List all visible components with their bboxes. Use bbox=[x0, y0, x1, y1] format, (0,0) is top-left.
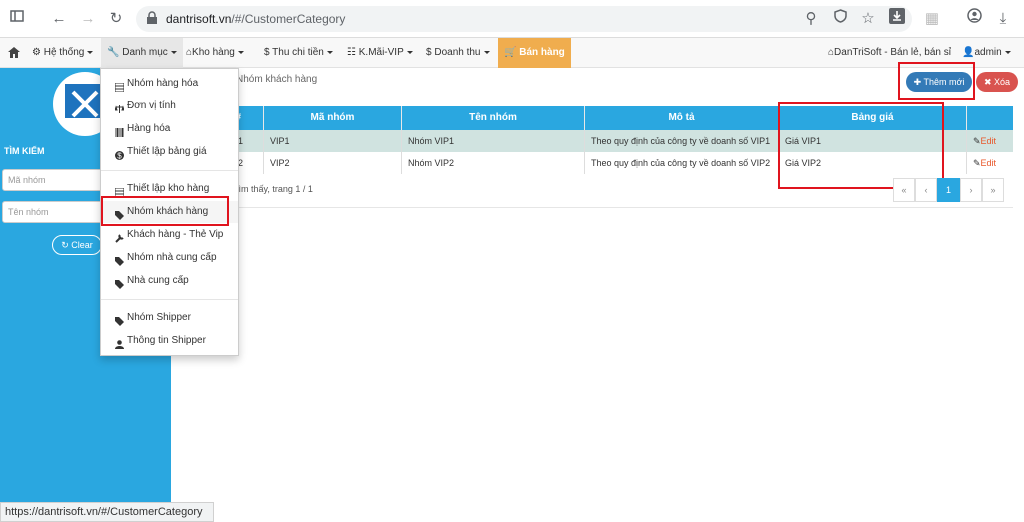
pencil-icon: ✎ bbox=[973, 136, 981, 146]
forward-icon[interactable]: → bbox=[77, 8, 99, 30]
menu-item-thong-tin-shipper[interactable]: Thông tin Shipper bbox=[101, 330, 238, 352]
close-icon: ✖ bbox=[983, 77, 992, 87]
tab-grid-icon[interactable]: ▦ bbox=[921, 8, 943, 30]
menu-item-nhom-hang-hoa[interactable]: Nhóm hàng hóa bbox=[101, 73, 238, 95]
pager-page-1[interactable]: 1 bbox=[937, 178, 960, 202]
col-action bbox=[967, 106, 1013, 130]
menu-divider bbox=[101, 170, 238, 171]
delete-button[interactable]: ✖ Xóa bbox=[976, 72, 1018, 92]
pencil-icon: ✎ bbox=[973, 158, 981, 168]
pager-last[interactable]: » bbox=[982, 178, 1004, 202]
user-icon: 👤 bbox=[962, 47, 975, 58]
menu-item-don-vi-tinh[interactable]: Đơn vị tính bbox=[101, 95, 238, 117]
menu-item-nha-cung-cap[interactable]: Nhà cung cấp bbox=[101, 270, 238, 292]
list-icon bbox=[114, 184, 125, 198]
dollar-icon: $ bbox=[264, 47, 270, 58]
gear-icon: ⚙ bbox=[32, 47, 41, 58]
reload-icon[interactable]: ↻ bbox=[105, 8, 127, 30]
shield-icon[interactable] bbox=[829, 8, 851, 30]
nav-doanh-thu[interactable]: $ Doanh thu bbox=[426, 38, 490, 68]
download-indicator-icon[interactable] bbox=[886, 8, 908, 30]
nav-danh-muc[interactable]: 🔧 Danh mục bbox=[101, 38, 183, 68]
wrench-icon: 🔧 bbox=[107, 47, 120, 58]
cell-code: VIP1 bbox=[264, 130, 402, 152]
dollar-icon: $ bbox=[426, 47, 432, 58]
panel-divider bbox=[172, 207, 1013, 208]
url-text: dantrisoft.vn/#/CustomerCategory bbox=[166, 12, 346, 26]
pager-prev[interactable]: ‹ bbox=[915, 178, 937, 202]
tag-icon bbox=[115, 276, 124, 289]
clear-button[interactable]: ↻ Clear bbox=[52, 235, 102, 255]
user-icon bbox=[115, 336, 124, 349]
menu-item-nhom-shipper[interactable]: Nhóm Shipper bbox=[101, 307, 238, 329]
pager-first[interactable]: « bbox=[893, 178, 915, 202]
address-bar[interactable]: dantrisoft.vn/#/CustomerCategory bbox=[136, 6, 912, 32]
refresh-icon: ↻ bbox=[61, 240, 69, 250]
svg-text:$: $ bbox=[117, 152, 122, 161]
app-navbar: ⚙ Hệ thống 🔧 Danh mục ⌂Kho hàng $ Thu ch… bbox=[0, 38, 1024, 68]
sitemap-icon: ☷ bbox=[347, 47, 356, 58]
cell-desc: Theo quy định của công ty về doanh số VI… bbox=[585, 152, 779, 174]
edit-link[interactable]: ✎Edit bbox=[967, 152, 1013, 174]
cell-code: VIP2 bbox=[264, 152, 402, 174]
account-icon[interactable] bbox=[963, 8, 985, 30]
highlight-add-new bbox=[898, 62, 975, 100]
search-title: TÌM KIẾM bbox=[4, 146, 45, 156]
menu-item-thiet-lap-bang-gia[interactable]: $ Thiết lập bảng giá bbox=[101, 141, 238, 163]
sell-button[interactable]: 🛒 Bán hàng bbox=[498, 38, 571, 68]
menu-item-nhom-nha-cung-cap[interactable]: Nhóm nhà cung cấp bbox=[101, 247, 238, 269]
barcode-icon bbox=[114, 124, 124, 137]
wrench-icon bbox=[115, 230, 124, 243]
col-desc[interactable]: Mô tả bbox=[585, 106, 779, 130]
menu-divider bbox=[101, 299, 238, 300]
sidebar-toggle-icon[interactable] bbox=[6, 8, 28, 30]
pager-next[interactable]: › bbox=[960, 178, 982, 202]
list-icon bbox=[114, 79, 125, 93]
edit-link[interactable]: ✎Edit bbox=[967, 130, 1013, 152]
nav-kho-hang[interactable]: ⌂Kho hàng bbox=[186, 38, 244, 68]
nav-khuyen-mai-vip[interactable]: ☷ K.Mãi-VIP bbox=[347, 38, 413, 68]
zoom-icon[interactable]: ⚲ bbox=[800, 8, 822, 30]
scale-icon bbox=[114, 101, 125, 113]
back-icon[interactable]: ← bbox=[48, 8, 70, 30]
nav-thu-chi-tien[interactable]: $ Thu chi tiền bbox=[264, 38, 333, 68]
menu-item-hang-hoa[interactable]: Hàng hóa bbox=[101, 118, 238, 140]
col-name[interactable]: Tên nhóm bbox=[402, 106, 585, 130]
menu-item-khach-hang-the-vip[interactable]: Khách hàng - Thẻ Vip bbox=[101, 224, 238, 246]
browser-toolbar: ← → ↻ dantrisoft.vn/#/CustomerCategory ⚲… bbox=[0, 0, 1024, 38]
cell-name: Nhóm VIP2 bbox=[402, 152, 585, 174]
star-icon[interactable]: ☆ bbox=[857, 8, 879, 30]
dollar-icon: $ bbox=[115, 147, 124, 161]
cart-icon: 🛒 bbox=[504, 47, 517, 58]
cell-name: Nhóm VIP1 bbox=[402, 130, 585, 152]
tag-icon bbox=[115, 313, 124, 326]
cell-desc: Theo quy định của công ty về doanh số VI… bbox=[585, 130, 779, 152]
download-icon[interactable]: ⤓ bbox=[992, 8, 1014, 30]
highlight-menu-item bbox=[101, 196, 229, 226]
tag-icon bbox=[115, 253, 124, 266]
status-bar: https://dantrisoft.vn/#/CustomerCategory bbox=[0, 502, 214, 522]
highlight-price-column bbox=[778, 102, 944, 189]
breadcrumb: Nhóm khách hàng bbox=[236, 74, 318, 85]
lock-icon bbox=[147, 11, 157, 24]
nav-he-thong[interactable]: ⚙ Hệ thống bbox=[32, 38, 94, 68]
home-icon[interactable] bbox=[8, 38, 20, 68]
col-code[interactable]: Mã nhóm bbox=[264, 106, 402, 130]
result-summary: c tìm thấy, trang 1 / 1 bbox=[229, 184, 313, 194]
